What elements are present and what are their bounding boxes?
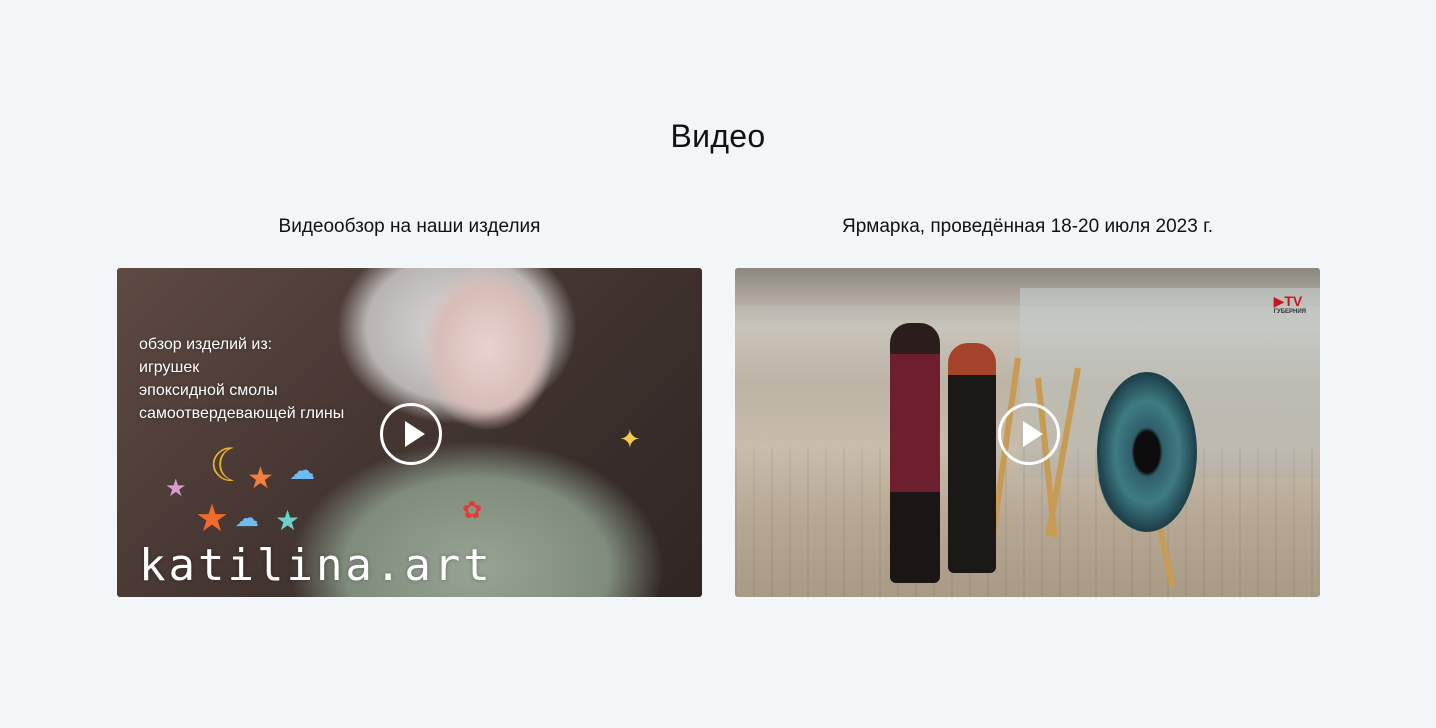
star-icon: ★ [247,462,274,495]
overlay-line: игрушек [139,359,200,376]
section-title: Видео [670,118,766,154]
channel-logo: ▶TV ГУБЕРНИЯ [1274,294,1306,316]
video-watermark: katilina.art [139,540,493,591]
video-overlay-text: обзор изделий из: игрушек эпоксидной смо… [139,333,344,425]
video-caption: Ярмарка, проведённая 18-20 июля 2023 г. [842,216,1213,237]
star-icon: ★ [195,498,230,540]
person [948,343,996,573]
mall-floor [735,447,1320,597]
cloud-icon: ☁ [289,455,315,485]
tv-play-icon: ▶ [1273,293,1285,309]
overlay-line: самоотвердевающей глины [139,405,345,422]
overlay-line: эпоксидной смолы [139,382,278,399]
video-player-review[interactable]: обзор изделий из: игрушек эпоксидной смо… [117,268,702,597]
play-button[interactable] [379,402,442,465]
overlay-line: обзор изделий из: [139,336,273,353]
person [890,323,940,583]
play-icon [404,420,425,447]
sparkle-icon: ✦ [619,424,641,454]
video-card-review: Видеообзор на наши изделия обзор изделий… [117,213,702,597]
cloud-icon: ☁ [235,505,259,532]
star-icon: ★ [275,505,301,536]
channel-logo-text: TV [1284,293,1303,309]
moon-icon: ☾ [209,439,251,491]
star-icon: ★ [165,475,187,502]
channel-logo-subtext: ГУБЕРНИЯ [1273,309,1306,315]
flower-pendant-icon: ✿ [462,497,483,524]
eye-painting [1097,372,1197,532]
play-button[interactable] [997,402,1060,465]
video-caption: Видеообзор на наши изделия [278,216,541,237]
video-player-fair[interactable]: ▶TV ГУБЕРНИЯ [735,268,1320,597]
video-card-fair: Ярмарка, проведённая 18-20 июля 2023 г. … [735,213,1320,597]
play-icon [1022,420,1043,447]
